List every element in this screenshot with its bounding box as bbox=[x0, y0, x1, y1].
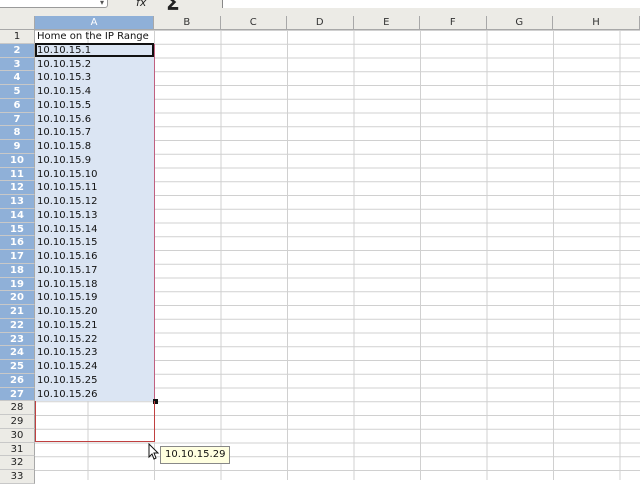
row-header-10[interactable]: 10 bbox=[0, 153, 35, 168]
row-header-16[interactable]: 16 bbox=[0, 236, 35, 250]
row-header-22[interactable]: 22 bbox=[0, 318, 35, 333]
row-header-12[interactable]: 12 bbox=[0, 181, 35, 195]
row-header-5[interactable]: 5 bbox=[0, 85, 35, 99]
column-header-a[interactable]: A bbox=[35, 16, 154, 30]
formula-input[interactable] bbox=[222, 0, 640, 8]
row-header-24[interactable]: 24 bbox=[0, 346, 35, 360]
autofill-preview-range bbox=[35, 401, 155, 442]
select-all-corner[interactable] bbox=[0, 16, 35, 30]
row-header-8[interactable]: 8 bbox=[0, 126, 35, 140]
row-header-18[interactable]: 18 bbox=[0, 263, 35, 278]
row-header-19[interactable]: 19 bbox=[0, 277, 35, 292]
column-header-d[interactable]: D bbox=[287, 16, 354, 30]
row-header-21[interactable]: 21 bbox=[0, 305, 35, 319]
column-header-e[interactable]: E bbox=[353, 16, 420, 30]
column-header-c[interactable]: C bbox=[220, 16, 287, 30]
row-header-9[interactable]: 9 bbox=[0, 140, 35, 154]
row-header-33[interactable]: 33 bbox=[0, 470, 35, 484]
cell-a1[interactable]: Home on the IP Range bbox=[36, 30, 155, 44]
row-header-26[interactable]: 26 bbox=[0, 373, 35, 388]
mouse-pointer-icon bbox=[148, 443, 160, 460]
row-header-14[interactable]: 14 bbox=[0, 208, 35, 223]
row-header-1[interactable]: 1 bbox=[0, 30, 35, 44]
row-header-11[interactable]: 11 bbox=[0, 167, 35, 182]
row-header-31[interactable]: 31 bbox=[0, 442, 35, 457]
row-header-30[interactable]: 30 bbox=[0, 428, 35, 443]
function-wizard-icon[interactable]: fx bbox=[136, 0, 146, 9]
column-header-b[interactable]: B bbox=[154, 16, 221, 30]
row-header-27[interactable]: 27 bbox=[0, 387, 35, 402]
name-box[interactable] bbox=[0, 0, 108, 8]
row-header-7[interactable]: 7 bbox=[0, 112, 35, 127]
selection-border bbox=[35, 43, 155, 402]
column-header-g[interactable]: G bbox=[486, 16, 553, 30]
row-header-13[interactable]: 13 bbox=[0, 195, 35, 209]
row-header-25[interactable]: 25 bbox=[0, 360, 35, 374]
autofill-tooltip: 10.10.15.29 bbox=[160, 446, 231, 464]
formula-toolbar: ▾ fx Σ bbox=[0, 0, 640, 17]
row-header-6[interactable]: 6 bbox=[0, 98, 35, 113]
column-header-h[interactable]: H bbox=[553, 16, 640, 30]
row-header-17[interactable]: 17 bbox=[0, 250, 35, 264]
sum-icon[interactable]: Σ bbox=[166, 0, 180, 15]
row-header-15[interactable]: 15 bbox=[0, 222, 35, 237]
row-header-32[interactable]: 32 bbox=[0, 456, 35, 470]
row-header-23[interactable]: 23 bbox=[0, 332, 35, 347]
row-header-3[interactable]: 3 bbox=[0, 57, 35, 72]
row-header-2[interactable]: 2 bbox=[0, 43, 35, 58]
active-cell-cursor bbox=[35, 43, 154, 57]
row-header-29[interactable]: 29 bbox=[0, 415, 35, 429]
column-header-f[interactable]: F bbox=[420, 16, 487, 30]
row-header-4[interactable]: 4 bbox=[0, 71, 35, 85]
name-box-dropdown-icon[interactable]: ▾ bbox=[100, 0, 104, 7]
row-header-28[interactable]: 28 bbox=[0, 401, 35, 415]
row-header-20[interactable]: 20 bbox=[0, 291, 35, 305]
